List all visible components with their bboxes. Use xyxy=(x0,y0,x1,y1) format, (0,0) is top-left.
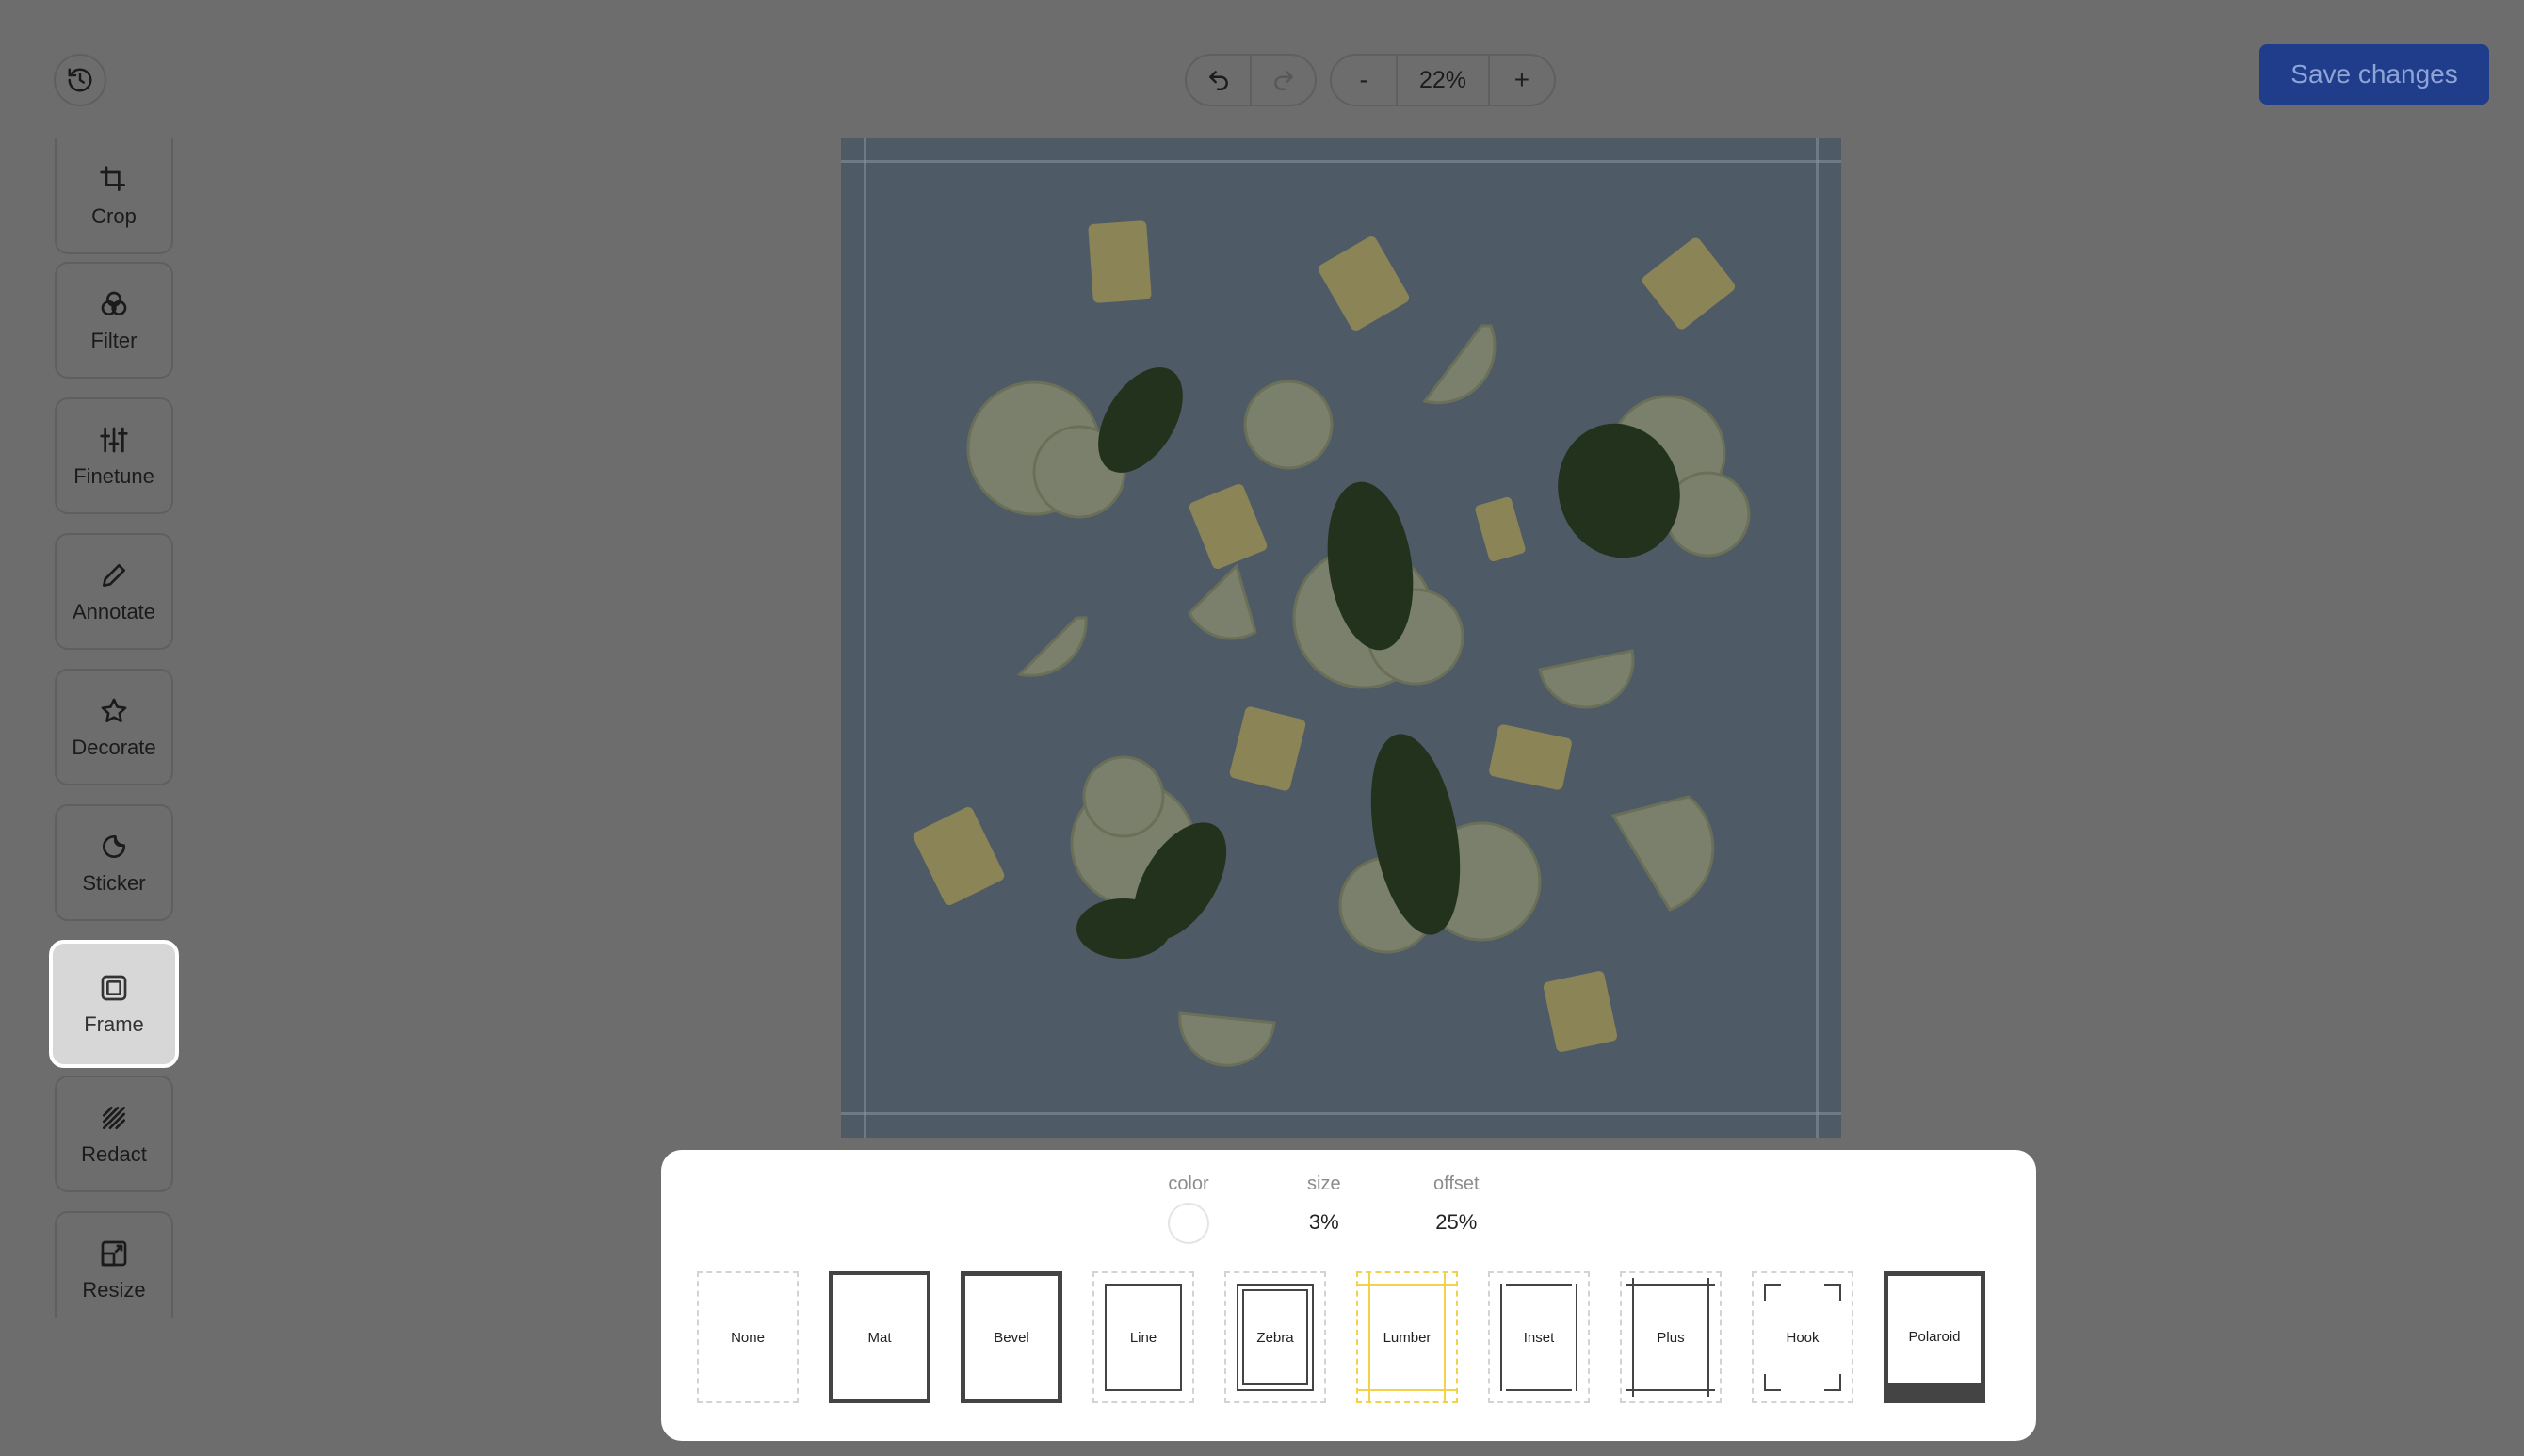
crop-icon xyxy=(97,163,131,197)
undo-redo-group xyxy=(1185,54,1317,106)
tool-crop[interactable]: Crop xyxy=(55,138,173,254)
resize-icon xyxy=(97,1237,131,1270)
zoom-out-button[interactable]: - xyxy=(1332,56,1396,105)
redact-icon xyxy=(97,1101,131,1135)
tool-finetune[interactable]: Finetune xyxy=(55,397,173,514)
frame-option-label: Zebra xyxy=(1256,1329,1294,1346)
frame-line-top xyxy=(841,160,1841,163)
tool-label: Redact xyxy=(81,1142,147,1166)
size-value: 3% xyxy=(1308,1210,1339,1234)
size-param[interactable]: size 3% xyxy=(1307,1173,1341,1235)
lumber-v-left xyxy=(1368,1273,1370,1401)
tool-decorate[interactable]: Decorate xyxy=(55,669,173,785)
offset-param[interactable]: offset 25% xyxy=(1433,1173,1480,1235)
frame-option-label: Hook xyxy=(1786,1329,1820,1346)
tool-label: Filter xyxy=(90,329,138,352)
filter-icon xyxy=(97,287,131,321)
tool-filter[interactable]: Filter xyxy=(55,262,173,379)
lumber-v-right xyxy=(1444,1273,1446,1401)
image-canvas[interactable] xyxy=(841,138,1841,1138)
tool-redact[interactable]: Redact xyxy=(55,1076,173,1192)
frame-option-label: Line xyxy=(1129,1329,1157,1346)
redo-icon xyxy=(1273,71,1293,90)
zoom-in-button[interactable]: + xyxy=(1487,56,1554,105)
frame-icon xyxy=(97,971,131,1005)
hook-br xyxy=(1824,1374,1841,1391)
tool-resize[interactable]: Resize xyxy=(55,1211,173,1318)
frame-option-zebra[interactable]: Zebra xyxy=(1224,1271,1326,1403)
photo-limes-pineapple-mint xyxy=(841,138,1841,1138)
tool-label: Frame xyxy=(84,1012,144,1036)
frame-option-polaroid[interactable]: Polaroid xyxy=(1884,1271,1985,1403)
lumber-h-top xyxy=(1358,1284,1456,1286)
tool-label: Decorate xyxy=(72,736,156,759)
offset-label: offset xyxy=(1433,1173,1480,1194)
zoom-level[interactable]: 22% xyxy=(1396,56,1488,105)
frame-option-none[interactable]: None xyxy=(697,1271,799,1403)
frame-option-line[interactable]: Line xyxy=(1092,1271,1194,1403)
frame-option-bevel[interactable]: Bevel xyxy=(961,1271,1062,1403)
hook-bl xyxy=(1764,1374,1781,1391)
frame-line-left xyxy=(864,138,866,1138)
star-icon xyxy=(97,694,131,728)
history-button[interactable] xyxy=(54,54,106,106)
tool-label: Annotate xyxy=(72,600,156,623)
tool-label: Finetune xyxy=(73,464,154,488)
tool-sidebar: Crop Filter Finetune Annotate Decorate S… xyxy=(0,132,188,1318)
editor-stage: - 22% + Save changes Crop Filter Finetun… xyxy=(0,0,2524,1456)
tool-annotate[interactable]: Annotate xyxy=(55,533,173,650)
frame-option-label: None xyxy=(731,1329,765,1346)
sticker-icon xyxy=(97,830,131,864)
frame-option-label: Bevel xyxy=(994,1329,1029,1346)
lumber-h-bottom xyxy=(1358,1389,1456,1391)
tool-label: Crop xyxy=(91,204,137,228)
zoom-control: - 22% + xyxy=(1330,54,1556,106)
tool-label: Resize xyxy=(82,1278,146,1302)
color-swatch[interactable] xyxy=(1168,1203,1209,1244)
hook-tl xyxy=(1764,1284,1781,1301)
frame-option-label: Lumber xyxy=(1383,1329,1432,1346)
frame-line-bottom xyxy=(841,1112,1841,1115)
offset-value: 25% xyxy=(1435,1210,1478,1234)
frame-option-label: Plus xyxy=(1657,1329,1685,1346)
undo-icon xyxy=(1208,71,1228,90)
frame-option-label: Mat xyxy=(867,1329,892,1346)
pencil-icon xyxy=(97,558,131,592)
frame-option-label: Polaroid xyxy=(1908,1329,1961,1345)
frame-line-right xyxy=(1816,138,1819,1138)
redo-button[interactable] xyxy=(1250,56,1315,105)
color-label: color xyxy=(1168,1173,1209,1194)
frame-option-lumber[interactable]: Lumber xyxy=(1356,1271,1458,1403)
frame-option-hook[interactable]: Hook xyxy=(1752,1271,1853,1403)
sliders-icon xyxy=(97,423,131,457)
frame-options-panel: color size 3% offset 25% None Mat Bevel … xyxy=(661,1150,2036,1441)
hook-tr xyxy=(1824,1284,1841,1301)
size-label: size xyxy=(1307,1173,1341,1194)
color-param: color xyxy=(1168,1173,1209,1244)
tool-frame[interactable]: Frame xyxy=(49,940,179,1068)
undo-button[interactable] xyxy=(1187,56,1250,105)
frame-option-inset[interactable]: Inset xyxy=(1488,1271,1590,1403)
frame-option-label: Inset xyxy=(1523,1329,1555,1346)
save-changes-button[interactable]: Save changes xyxy=(2259,44,2489,105)
frame-option-plus[interactable]: Plus xyxy=(1620,1271,1722,1403)
frame-option-mat[interactable]: Mat xyxy=(829,1271,930,1403)
history-icon xyxy=(68,68,92,92)
tool-sticker[interactable]: Sticker xyxy=(55,804,173,921)
tool-label: Sticker xyxy=(82,871,146,895)
